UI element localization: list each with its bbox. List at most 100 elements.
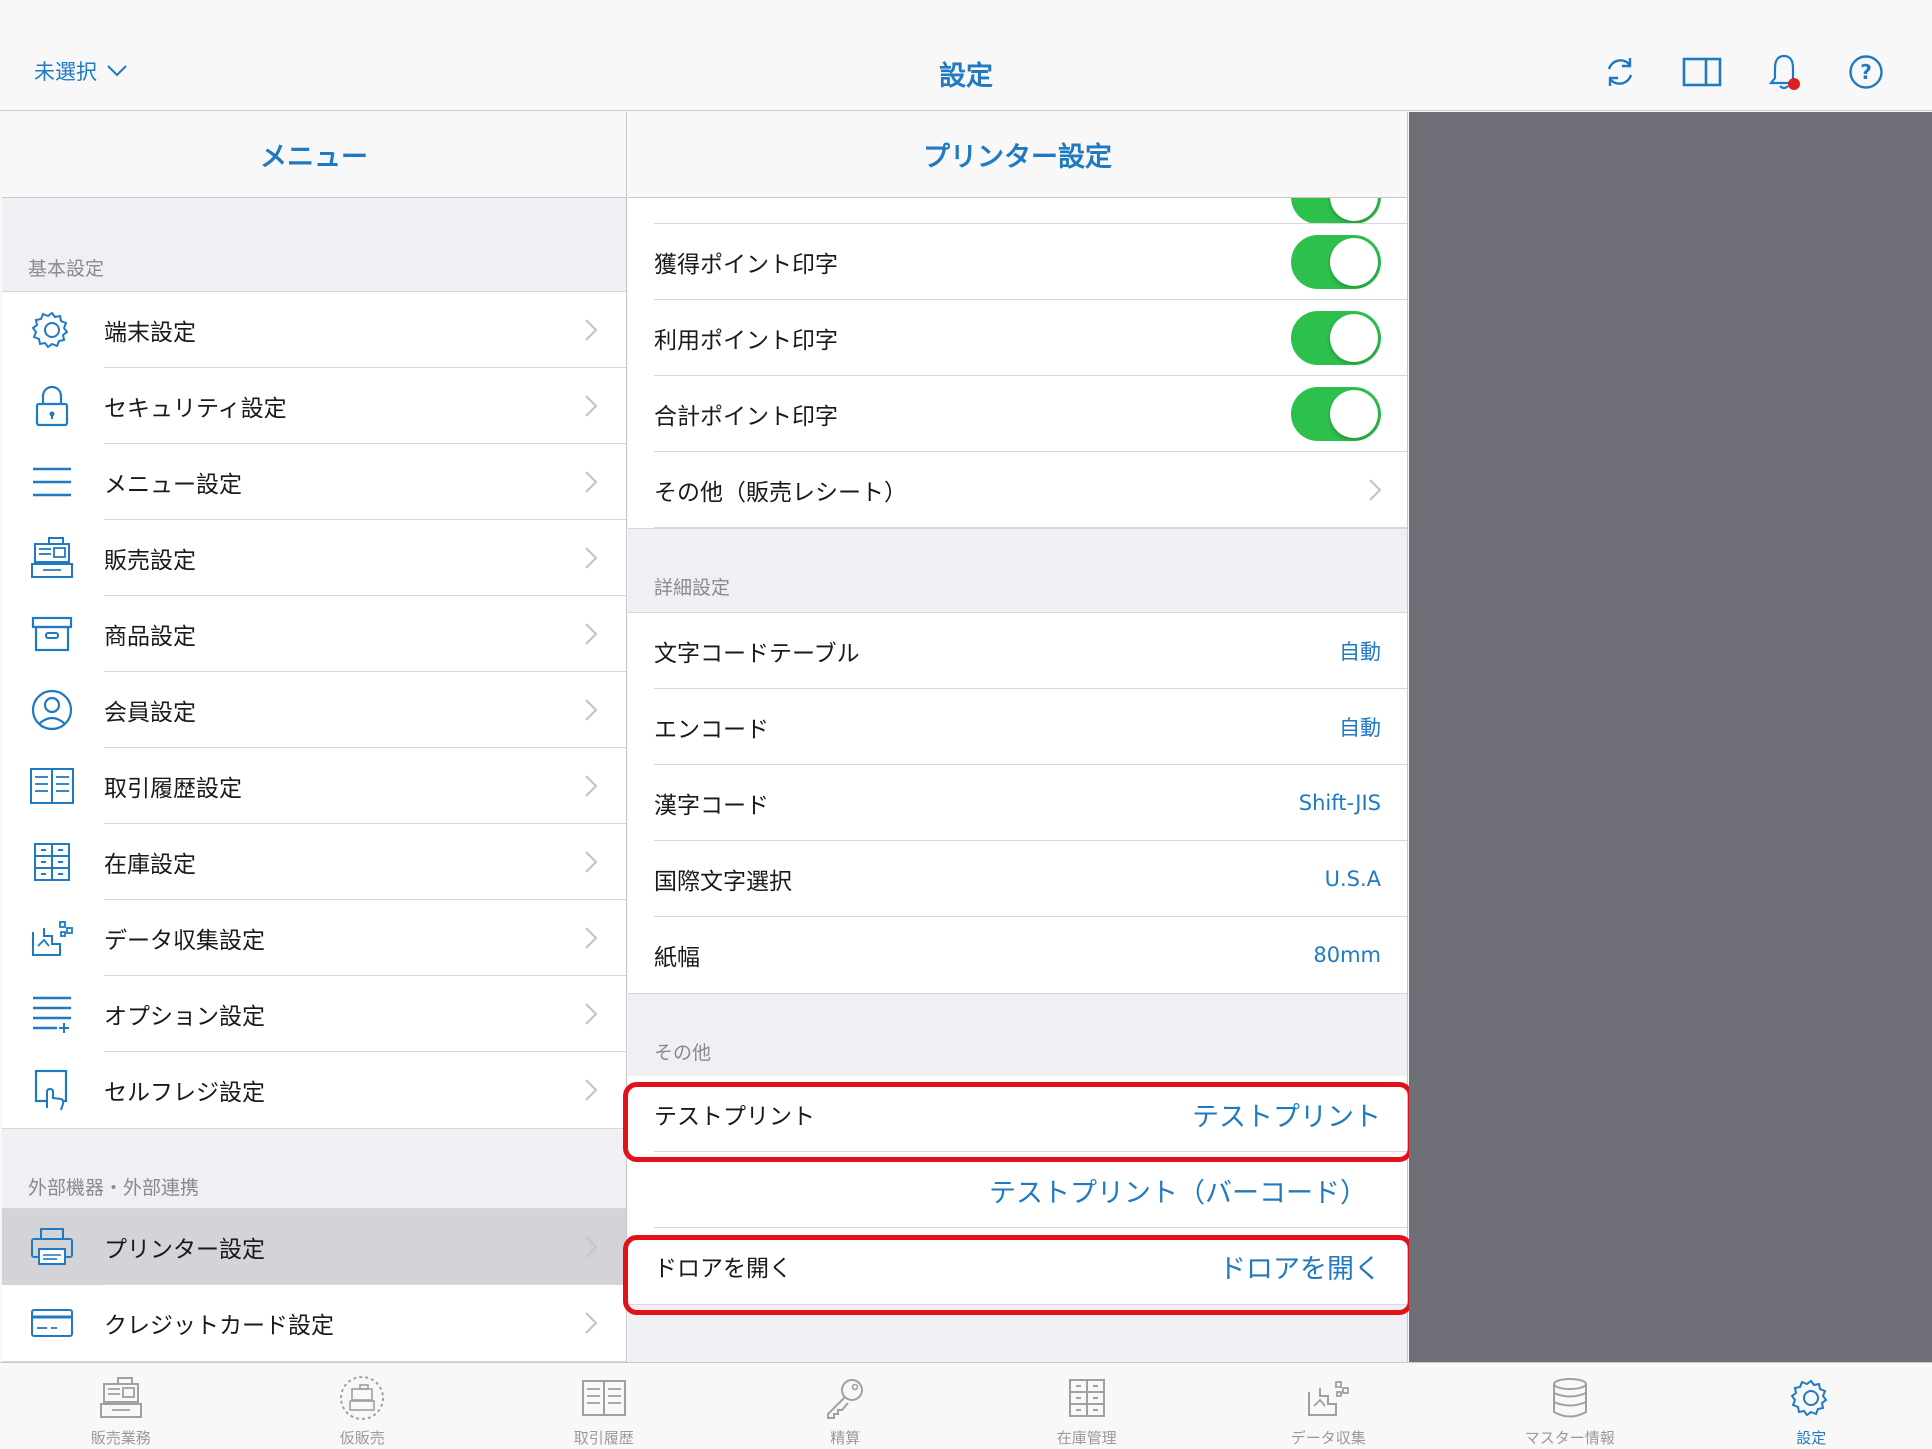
setting-row[interactable]: 文字コードテーブル 自動 — [628, 613, 1407, 689]
menu-item-label: プリンター設定 — [104, 1209, 626, 1285]
toggle-switch[interactable] — [1291, 387, 1381, 441]
printer-icon — [28, 1225, 76, 1269]
section-detail-settings: 詳細設定 — [654, 577, 731, 599]
setting-label: エンコード — [654, 717, 769, 743]
chevron-right-icon — [1369, 479, 1381, 501]
section-basic-settings: 基本設定 — [28, 258, 105, 280]
menu-item-label: メニュー設定 — [104, 444, 626, 520]
tab-item[interactable]: マスター情報 — [1449, 1363, 1691, 1449]
open-drawer-button[interactable]: ドロアを開く — [1219, 1247, 1381, 1286]
tab-item[interactable]: データ収集 — [1208, 1363, 1450, 1449]
test-print-button[interactable]: テストプリント — [1192, 1095, 1381, 1134]
setting-label: 国際文字選択 — [654, 869, 792, 895]
data-icon — [28, 916, 76, 960]
printer-settings-panel: プリンター設定 獲得ポイント印字 利用ポイント印字 合計ポイント印字 その他（販売レ… — [628, 112, 1408, 1362]
setting-row[interactable]: 紙幅 80mm — [628, 917, 1407, 993]
tab-label: 在庫管理 — [1056, 1429, 1117, 1447]
chevron-right-icon — [585, 1236, 598, 1258]
drawer-label: ドロアを開く — [654, 1256, 792, 1282]
setting-value: U.S.A — [1324, 867, 1381, 891]
setting-row[interactable]: エンコード 自動 — [628, 689, 1407, 765]
menu-item-label: オプション設定 — [104, 976, 626, 1052]
menu-item[interactable]: セキュリティ設定 — [2, 368, 626, 444]
other-receipt-row[interactable]: その他（販売レシート） — [628, 452, 1407, 528]
sync-icon[interactable] — [1600, 52, 1640, 92]
tab-label: 販売業務 — [90, 1429, 151, 1447]
toggle-switch[interactable] — [1291, 311, 1381, 365]
setting-label: 文字コードテーブル — [654, 641, 860, 667]
menu-item[interactable]: データ収集設定 — [2, 900, 626, 976]
svg-text:?: ? — [1860, 60, 1872, 84]
menu-item-label: 在庫設定 — [104, 824, 626, 900]
list-add-icon — [28, 992, 76, 1036]
menu-panel: メニュー 基本設定 端末設定 セキュリティ設定 メニュー設定 販売設定 商品設定 会員設定… — [2, 112, 627, 1362]
test-print-row: テストプリント テストプリント — [628, 1076, 1407, 1152]
test-print-barcode-button[interactable]: テストプリント（バーコード） — [989, 1171, 1367, 1210]
chevron-right-icon — [585, 547, 598, 569]
menu-item[interactable]: 端末設定 — [2, 292, 626, 368]
toggle-switch[interactable] — [1291, 198, 1381, 224]
bottom-tab-bar: 販売業務 仮販売 取引履歴 精算 在庫管理 データ収集 マスター情報 設定 — [0, 1362, 1932, 1449]
lock-icon — [28, 384, 76, 428]
toggle-label: 獲得ポイント印字 — [654, 252, 838, 278]
tab-item[interactable]: 販売業務 — [0, 1363, 242, 1449]
menu-list-external: プリンター設定クレジットカード設定 — [2, 1208, 626, 1362]
help-icon[interactable]: ? — [1846, 52, 1886, 92]
test-print-label: テストプリント — [654, 1104, 815, 1130]
chevron-right-icon — [585, 1079, 598, 1101]
temp-sale-icon — [335, 1373, 389, 1423]
setting-row[interactable]: 漢字コード Shift-JIS — [628, 765, 1407, 841]
setting-value: Shift-JIS — [1298, 791, 1381, 815]
toggle-switch[interactable] — [1291, 235, 1381, 289]
menu-item[interactable]: プリンター設定 — [2, 1209, 626, 1285]
split-view-icon[interactable] — [1682, 52, 1722, 92]
chevron-right-icon — [585, 471, 598, 493]
menu-item[interactable]: オプション設定 — [2, 976, 626, 1052]
setting-value: 80mm — [1313, 943, 1381, 967]
menu-item[interactable]: 取引履歴設定 — [2, 748, 626, 824]
chevron-right-icon — [585, 623, 598, 645]
drawer-row: ドロアを開く ドロアを開く — [628, 1228, 1407, 1304]
setting-value: 自動 — [1339, 716, 1381, 740]
menu-list-basic: 端末設定 セキュリティ設定 メニュー設定 販売設定 商品設定 会員設定 取引履歴設定 在庫設定… — [2, 291, 626, 1129]
chevron-right-icon — [585, 1003, 598, 1025]
menu-item-label: データ収集設定 — [104, 900, 626, 976]
top-nav-bar: 未選択 設定 ? — [0, 0, 1932, 111]
section-external-devices: 外部機器・外部連携 — [28, 1177, 200, 1199]
data-icon — [1301, 1373, 1355, 1423]
setting-label: 紙幅 — [654, 945, 700, 971]
menu-item[interactable]: クレジットカード設定 — [2, 1285, 626, 1361]
tab-item[interactable]: 仮販売 — [242, 1363, 484, 1449]
menu-item[interactable]: セルフレジ設定 — [2, 1052, 626, 1128]
tab-item[interactable]: 設定 — [1691, 1363, 1932, 1449]
menu-item[interactable]: 商品設定 — [2, 596, 626, 672]
menu-item[interactable]: 在庫設定 — [2, 824, 626, 900]
credit-card-icon — [28, 1301, 76, 1345]
cabinet-icon — [28, 840, 76, 884]
other-receipt-label: その他（販売レシート） — [654, 480, 907, 506]
empty-detail-area — [1409, 112, 1932, 1362]
menu-item-label: 販売設定 — [104, 520, 626, 596]
menu-item-label: セルフレジ設定 — [104, 1080, 265, 1106]
setting-label: 漢字コード — [654, 793, 769, 819]
bell-icon[interactable] — [1764, 52, 1804, 92]
gear-icon — [28, 308, 76, 352]
tab-item[interactable]: 精算 — [725, 1363, 967, 1449]
menu-item-label: 取引履歴設定 — [104, 748, 626, 824]
menu-item-label: 会員設定 — [104, 672, 626, 748]
menu-item[interactable]: メニュー設定 — [2, 444, 626, 520]
detail-header: プリンター設定 — [628, 112, 1407, 198]
chevron-right-icon — [585, 927, 598, 949]
menu-header: メニュー — [2, 112, 626, 198]
toggle-row: 獲得ポイント印字 — [628, 224, 1407, 300]
tab-item[interactable]: 在庫管理 — [966, 1363, 1208, 1449]
tab-item[interactable]: 取引履歴 — [483, 1363, 725, 1449]
book-icon — [28, 764, 76, 808]
tab-label: 設定 — [1796, 1429, 1827, 1447]
menu-item[interactable]: 販売設定 — [2, 520, 626, 596]
tab-label: 取引履歴 — [573, 1429, 634, 1447]
menu-item[interactable]: 会員設定 — [2, 672, 626, 748]
register-icon — [28, 536, 76, 580]
setting-row[interactable]: 国際文字選択 U.S.A — [628, 841, 1407, 917]
menu-item-label: クレジットカード設定 — [104, 1313, 334, 1339]
